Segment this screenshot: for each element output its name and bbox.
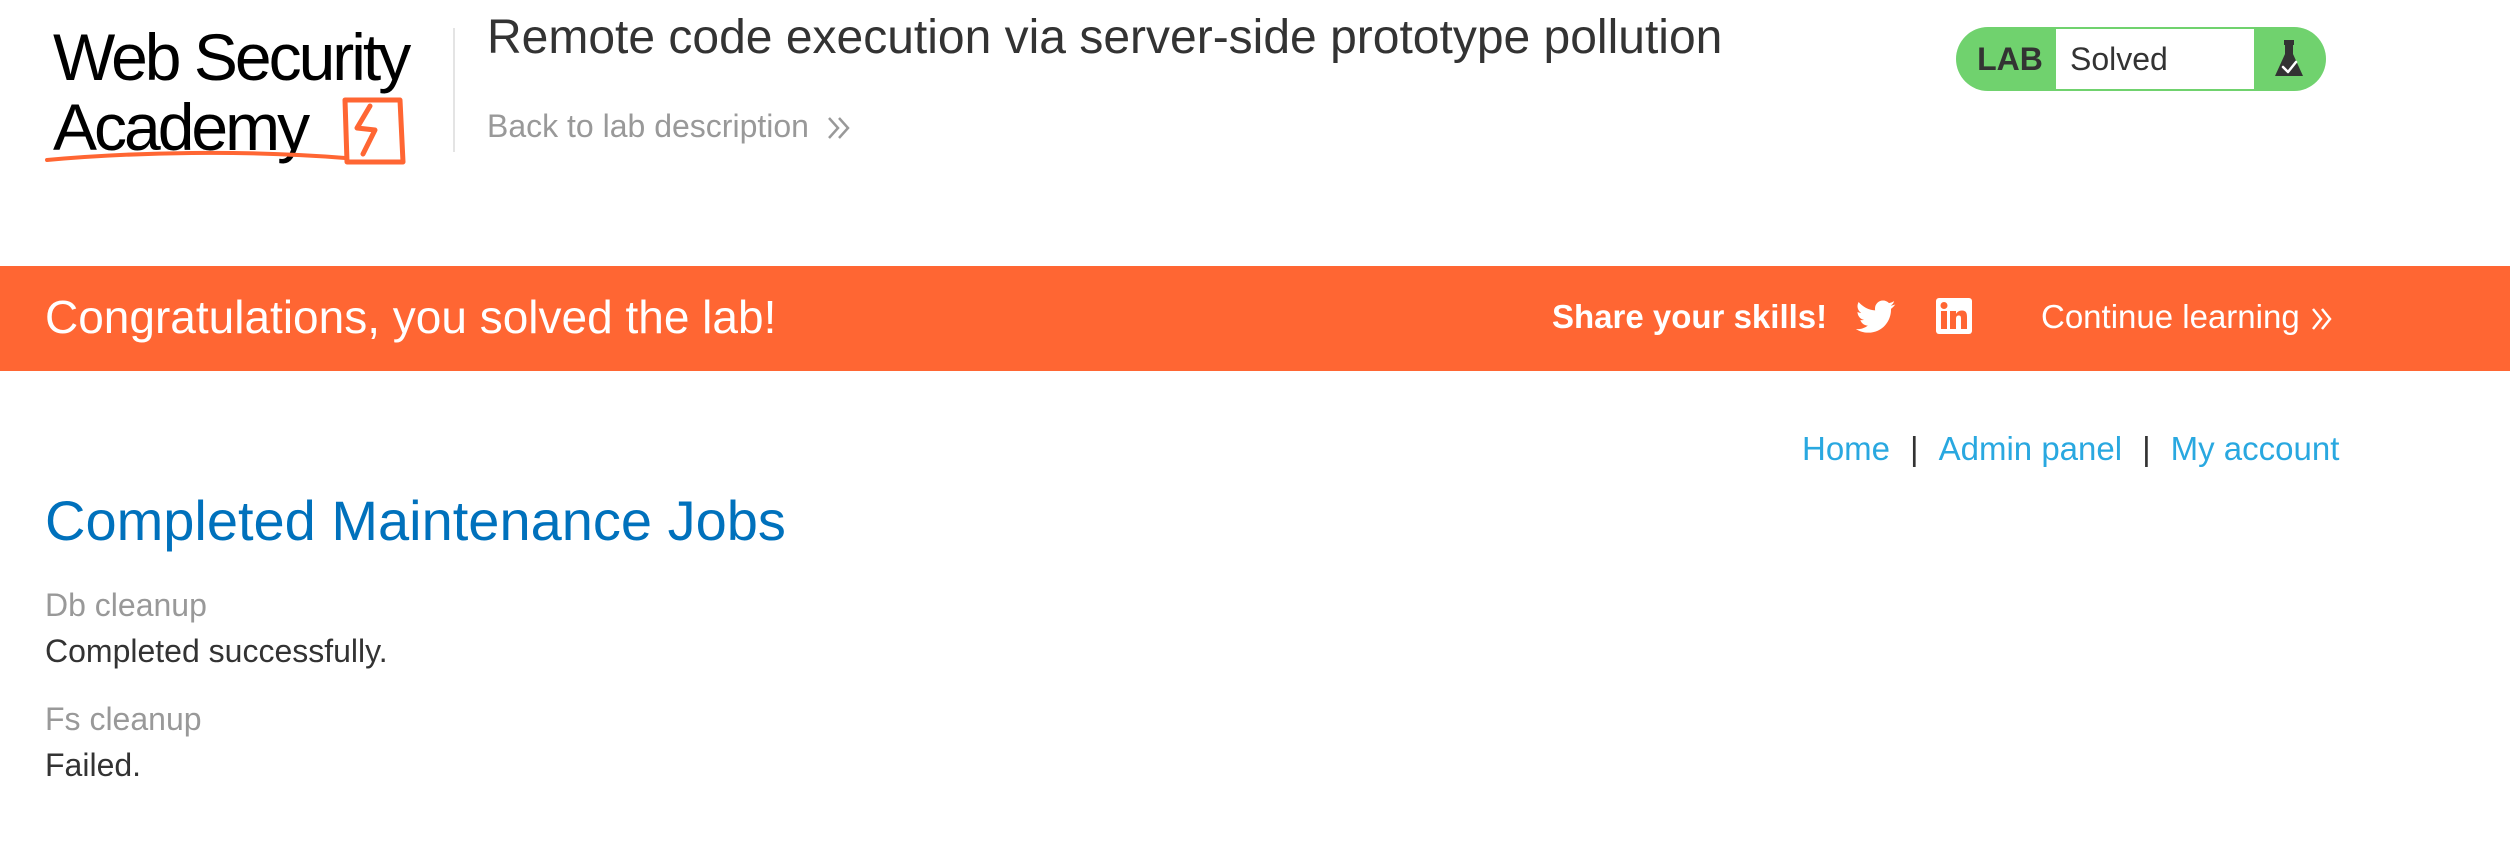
nav-my-account-link[interactable]: My account — [2171, 430, 2340, 468]
lab-state: Solved — [2056, 29, 2254, 89]
maintenance-job: Db cleanup Completed successfully. — [45, 586, 388, 670]
continue-learning-link[interactable]: Continue learning — [2041, 298, 2334, 336]
job-status: Failed. — [45, 747, 142, 783]
nav-separator: | — [2142, 430, 2151, 467]
double-chevron-right-icon — [825, 113, 853, 141]
nav-admin-panel-link[interactable]: Admin panel — [1939, 430, 2122, 468]
lab-header: Web Security Academy Remote code executi… — [0, 0, 2510, 266]
svg-text:Web Security: Web Security — [53, 22, 411, 94]
job-status: Completed successfully. — [45, 633, 388, 669]
solved-message: Congratulations, you solved the lab! — [45, 291, 777, 343]
header-divider — [453, 28, 455, 152]
share-skills-label: Share your skills! — [1552, 298, 1828, 335]
flask-icon — [2254, 27, 2324, 91]
lab-status-badge: LAB Solved — [1956, 27, 2326, 91]
solved-banner: Congratulations, you solved the lab! Sha… — [0, 266, 2510, 371]
web-security-academy-logo[interactable]: Web Security Academy — [45, 20, 450, 170]
maintenance-job: Fs cleanup Failed. — [45, 700, 202, 784]
page-title: Completed Maintenance Jobs — [45, 489, 786, 552]
logo-graphic: Web Security Academy — [45, 20, 414, 165]
back-to-lab-description-link[interactable]: Back to lab description — [487, 108, 853, 145]
lab-label: LAB — [1977, 40, 2043, 77]
back-link-label: Back to lab description — [487, 108, 809, 144]
job-name: Fs cleanup — [45, 701, 202, 737]
linkedin-icon[interactable] — [1936, 298, 1972, 334]
lab-title: Remote code execution via server-side pr… — [487, 11, 1723, 64]
continue-learning-label: Continue learning — [2041, 298, 2300, 335]
nav-home-link[interactable]: Home — [1802, 430, 1890, 468]
twitter-icon[interactable] — [1855, 299, 1896, 335]
nav-separator: | — [1910, 430, 1919, 467]
account-nav: Home | Admin panel | My account — [1802, 430, 2339, 468]
job-name: Db cleanup — [45, 587, 207, 623]
double-chevron-right-icon — [2310, 303, 2334, 331]
